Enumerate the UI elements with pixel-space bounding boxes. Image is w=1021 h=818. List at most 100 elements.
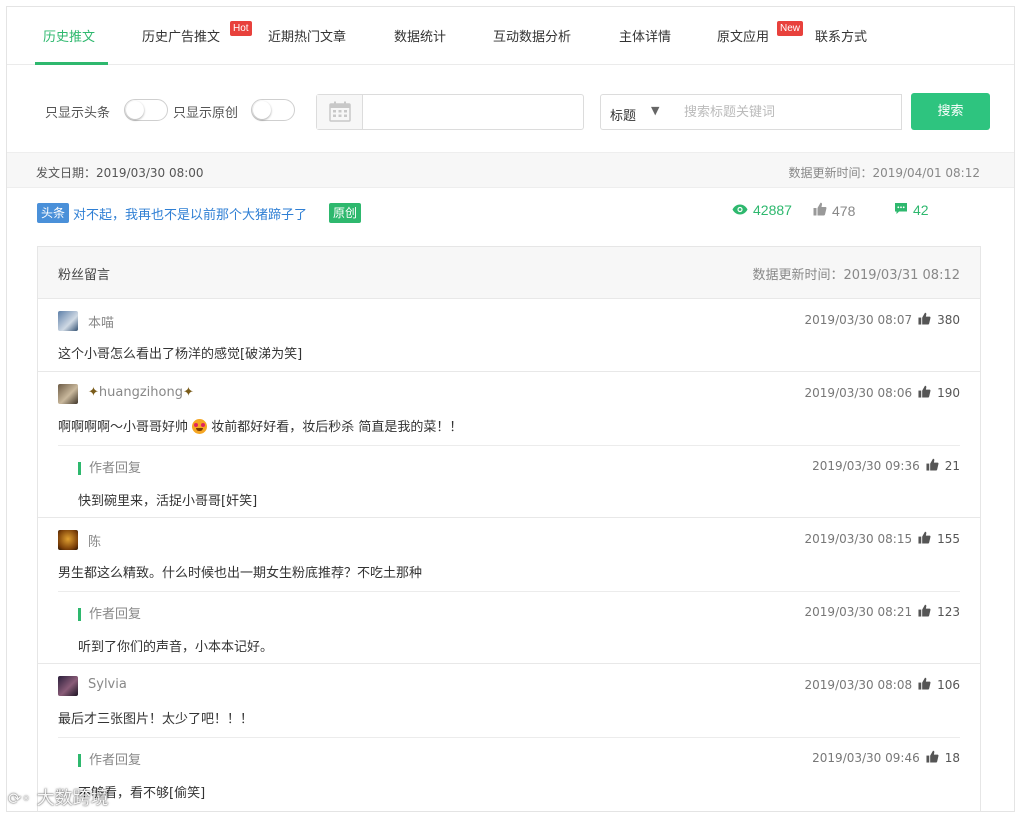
toggle-knob [126,101,144,119]
page-frame: 历史推文 历史广告推文 Hot 近期热门文章 数据统计 互动数据分析 主体详情 … [6,6,1015,812]
comment-meta: 2019/03/30 08:08 106 [805,677,960,693]
article-title-link[interactable]: 对不起，我再也不是以前那个大猪蹄子了 [73,204,307,223]
comment-text-part: 啊啊啊啊～小哥哥好帅 [58,420,189,435]
author-reply-label: 作者回复 [78,462,141,475]
reply-text: 快到碗里来，活捉小哥哥[奸笑] [78,494,258,509]
reply-likes: 123 [937,605,960,619]
tab-history-ad-posts[interactable]: 历史广告推文 [142,7,220,65]
comment-time: 2019/03/30 08:07 [804,313,913,327]
thumbs-up-icon [926,458,939,474]
calendar-icon[interactable] [317,95,363,129]
reply-meta: 2019/03/30 09:46 18 [812,750,960,766]
comment-likes: 380 [937,313,960,327]
comment-username: Sylvia [88,677,127,692]
author-reply: 作者回复 2019/03/30 09:46 18 不够看，看不够[偷笑] [58,737,960,811]
comment-item: 陈 2019/03/30 08:15 155 男生都这么精致。什么时候也出一期女… [38,518,980,664]
toggle-knob [253,101,271,119]
comment-username: huangzihong [98,385,183,400]
tab-entity-details[interactable]: 主体详情 [619,7,671,65]
comment-time: 2019/03/30 08:06 [804,386,913,400]
original-tag: 原创 [329,203,362,223]
avatar [58,311,78,331]
date-picker[interactable] [316,94,584,130]
comments-stat: 42 [894,202,929,218]
avatar [58,384,78,404]
tab-interaction-analysis[interactable]: 互动数据分析 [493,7,571,65]
tab-history-posts[interactable]: 历史推文 [43,7,95,65]
author-reply: 作者回复 2019/03/30 09:36 21 快到碗里来，活捉小哥哥[奸笑] [58,445,960,518]
comment-time: 2019/03/30 08:08 [804,678,913,692]
comment-item: 本喵 2019/03/30 08:07 380 这个小哥怎么看出了杨洋的感觉[破… [38,299,980,372]
reply-time: 2019/03/30 09:46 [812,751,920,765]
fan-comments-panel: 粉丝留言 数据更新时间：2019/03/31 08:12 本喵 2019/03/… [37,246,981,811]
tab-original-apps[interactable]: 原文应用 [717,7,769,65]
only-headline-toggle[interactable] [124,99,168,121]
only-headline-label: 只显示头条 [45,106,111,121]
only-original-toggle[interactable] [251,99,295,121]
hot-badge: Hot [230,21,252,36]
watermark-text: 大数跨境 [36,788,109,809]
search-field-value: 标题 [610,109,637,124]
comment-username: 陈 [88,535,102,550]
tab-data-stats[interactable]: 数据统计 [394,7,446,65]
comment-text: 这个小哥怎么看出了杨洋的感觉[破涕为笑] [58,347,303,362]
tab-bar: 历史推文 历史广告推文 Hot 近期热门文章 数据统计 互动数据分析 主体详情 … [7,7,1014,65]
search-field-select[interactable]: 标题 ▼ [600,94,675,130]
search-button[interactable]: 搜索 [911,93,990,130]
avatar [58,530,78,550]
panel-updated-time: 数据更新时间：2019/03/31 08:12 [752,268,960,283]
author-reply-label: 作者回复 [78,608,141,621]
thumbs-up-icon [813,202,827,219]
watermark: ⟳◦ 大数跨境 [8,784,109,810]
comment-likes: 155 [937,532,960,546]
reply-time: 2019/03/30 08:21 [804,605,913,619]
comment-username-row: ✦huangzihong✦ [88,385,194,400]
watermark-logo-icon: ⟳◦ [8,789,31,808]
comment-meta: 2019/03/30 08:07 380 [805,312,960,328]
comment-likes: 190 [937,386,960,400]
thumbs-up-icon [918,604,931,620]
comment-text-part: 妆前都好好看，妆后秒杀 简直是我的菜！！ [211,420,463,435]
avatar [58,676,78,696]
comment-text: 最后才三张图片！太少了吧！！！ [58,712,254,727]
caret-down-icon: ▼ [651,104,660,117]
views-stat: 42887 [732,202,792,218]
comment-meta: 2019/03/30 08:15 155 [805,531,960,547]
comment-item: Sylvia 2019/03/30 08:08 106 最后才三张图片！太少了吧… [38,664,980,811]
publish-date: 发文日期：2019/03/30 08:00 [36,166,204,180]
data-updated-time: 数据更新时间：2019/04/01 08:12 [788,166,980,180]
comment-username: 本喵 [88,316,115,331]
reply-likes: 21 [944,459,960,473]
comment-item: ✦huangzihong✦ 2019/03/30 08:06 190 啊啊啊啊～… [38,372,980,518]
new-badge: New [777,21,804,36]
thumbs-up-icon [926,750,939,766]
comment-likes: 106 [937,678,960,692]
tab-contact[interactable]: 联系方式 [815,7,867,65]
reply-likes: 18 [944,751,960,765]
thumbs-up-icon [918,385,931,401]
only-original-label: 只显示原创 [173,106,239,121]
likes-count: 478 [832,202,856,219]
panel-title: 粉丝留言 [58,268,111,283]
comment-text: 啊啊啊啊～小哥哥好帅 妆前都好好看，妆后秒杀 简直是我的菜！！ [58,416,462,435]
views-count: 42887 [753,202,792,218]
thumbs-up-icon [918,677,931,693]
heart-eyes-emoji-icon [192,419,208,434]
filter-bar: 只显示头条 只显示原创 标题 ▼ 搜索标题关键词 搜索 [7,65,1014,153]
likes-stat: 478 [813,202,855,219]
butterfly-icon: ✦ [88,385,99,400]
reply-meta: 2019/03/30 08:21 123 [805,604,960,620]
reply-meta: 2019/03/30 09:36 21 [812,458,960,474]
comment-icon [894,202,908,218]
reply-time: 2019/03/30 09:36 [812,459,920,473]
comment-time: 2019/03/30 08:15 [804,532,913,546]
tab-recent-hot-articles[interactable]: 近期热门文章 [268,7,346,65]
comment-text: 男生都这么精致。什么时候也出一期女生粉底推荐？不吃土那种 [58,566,423,581]
thumbs-up-icon [918,312,931,328]
author-reply: 作者回复 2019/03/30 08:21 123 听到了你们的声音，小本本记好… [58,591,960,664]
thumbs-up-icon [918,531,931,547]
reply-text: 听到了你们的声音，小本本记好。 [78,640,274,655]
panel-header: 粉丝留言 数据更新时间：2019/03/31 08:12 [38,247,980,299]
article-row: 头条 对不起，我再也不是以前那个大猪蹄子了 原创 42887 478 42 [7,188,1014,246]
search-input[interactable] [674,94,902,130]
